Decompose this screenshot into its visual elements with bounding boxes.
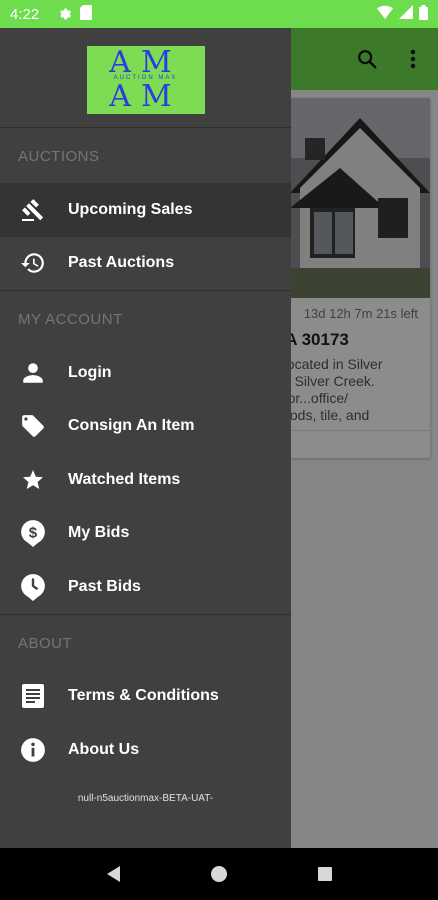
- system-navigation-bar: [0, 848, 438, 900]
- menu-item-terms[interactable]: Terms & Conditions: [0, 670, 291, 724]
- section-my-account: MY ACCOUNT: [18, 311, 123, 328]
- menu-label: Login: [68, 363, 112, 381]
- section-about: ABOUT: [18, 634, 73, 652]
- section-auctions: AUCTIONS: [18, 148, 100, 165]
- menu-label: Consign An Item: [68, 417, 195, 435]
- home-button[interactable]: [199, 854, 239, 894]
- svg-text:$: $: [29, 525, 38, 542]
- dollar-pin-icon: $: [18, 518, 48, 548]
- menu-item-my-bids[interactable]: $ My Bids: [0, 507, 291, 561]
- clock-pin-icon: [18, 572, 48, 602]
- menu-label: Upcoming Sales: [68, 200, 193, 218]
- star-icon: [18, 465, 48, 495]
- tag-icon: [18, 411, 48, 441]
- document-icon: [18, 681, 48, 711]
- status-time: 4:22: [10, 5, 40, 23]
- menu-item-past-bids[interactable]: Past Bids: [0, 560, 291, 614]
- history-icon: [18, 248, 48, 278]
- menu-label: Terms & Conditions: [68, 687, 219, 705]
- navigation-drawer: AM AUCTION MAX AM AUCTIONS Upcoming Sale…: [0, 28, 291, 848]
- menu-label: Past Auctions: [68, 254, 175, 272]
- battery-icon: [419, 4, 428, 24]
- menu-item-about-us[interactable]: About Us: [0, 723, 291, 777]
- drawer-header: AM AUCTION MAX AM: [0, 28, 291, 128]
- wifi-icon: [377, 5, 393, 23]
- menu-item-consign[interactable]: Consign An Item: [0, 400, 291, 454]
- menu-label: My Bids: [68, 524, 130, 542]
- info-icon: [18, 735, 48, 765]
- auction-max-logo: AM AUCTION MAX AM: [86, 46, 205, 114]
- recents-button[interactable]: [305, 854, 345, 894]
- menu-label: Watched Items: [68, 470, 181, 488]
- menu-label: About Us: [68, 740, 140, 758]
- menu-item-past-auctions[interactable]: Past Auctions: [0, 237, 291, 291]
- menu-item-watched-items[interactable]: Watched Items: [0, 453, 291, 507]
- person-icon: [18, 358, 48, 388]
- settings-gear-icon: [57, 5, 72, 24]
- cell-signal-icon: [399, 5, 413, 23]
- menu-label: Past Bids: [68, 577, 141, 595]
- build-version-label: null-n5auctionmax-BETA-UAT-: [77, 792, 214, 804]
- menu-item-upcoming-sales[interactable]: Upcoming Sales: [0, 183, 291, 237]
- gavel-icon: [18, 195, 48, 225]
- menu-item-login[interactable]: Login: [0, 346, 291, 400]
- back-button[interactable]: [93, 854, 133, 894]
- status-bar: 4:22: [0, 0, 438, 28]
- sd-card-icon: [80, 4, 93, 24]
